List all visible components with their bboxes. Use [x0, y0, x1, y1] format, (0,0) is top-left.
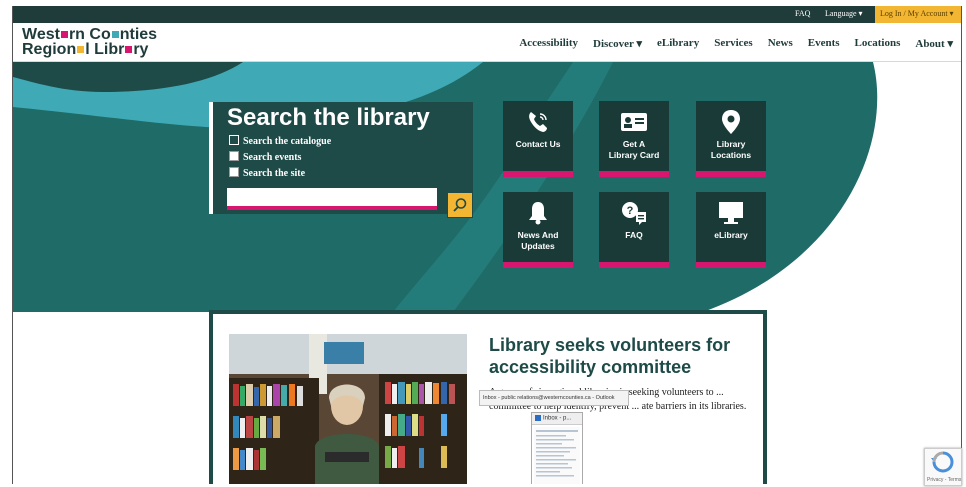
nav-news[interactable]: News	[768, 37, 793, 50]
nav-accessibility[interactable]: Accessibility	[519, 37, 578, 50]
search-panel: Search the library Search the catalogue …	[209, 102, 473, 214]
search-button[interactable]	[447, 192, 473, 218]
utility-bar: FAQ Language ▾ Log In / My Account ▾	[13, 6, 961, 23]
news-headline[interactable]: Library seeks volunteers for accessibili…	[489, 334, 759, 378]
tile-news-updates[interactable]: News And Updates	[503, 192, 573, 268]
utility-faq-link[interactable]: FAQ	[795, 9, 810, 18]
question-chat-icon: ?	[622, 202, 646, 225]
tile-label: News And Updates	[517, 230, 559, 251]
nav-discover[interactable]: Discover ▾	[593, 37, 642, 50]
recaptcha-icon	[931, 451, 954, 473]
nav-about[interactable]: About ▾	[915, 37, 953, 50]
outlook-icon	[535, 415, 541, 421]
tile-label: Get A Library Card	[608, 139, 660, 160]
logo-dot	[111, 31, 119, 39]
site-logo[interactable]: West rn Co nties Region l Libr ry	[22, 27, 182, 58]
logo-dot	[125, 46, 133, 54]
tile-library-card[interactable]: Get A Library Card	[599, 101, 669, 177]
checkbox[interactable]	[229, 151, 239, 161]
browser-viewport: FAQ Language ▾ Log In / My Account ▾ Wes…	[12, 6, 962, 484]
search-option-catalogue[interactable]: Search the catalogue	[229, 135, 331, 147]
checkbox[interactable]	[229, 167, 239, 177]
search-option-events[interactable]: Search events	[229, 151, 301, 163]
search-title: Search the library	[227, 104, 430, 131]
map-pin-icon	[722, 110, 740, 134]
nav-events[interactable]: Events	[808, 37, 840, 50]
language-dropdown[interactable]: Language ▾	[825, 9, 863, 18]
site-header: West rn Co nties Region l Libr ry Accessibil…	[13, 23, 961, 62]
search-option-site[interactable]: Search the site	[229, 167, 305, 179]
tile-contact-us[interactable]: Contact Us	[503, 101, 573, 177]
tile-library-locations[interactable]: Library Locations	[696, 101, 766, 177]
id-card-icon	[621, 113, 647, 131]
nav-locations[interactable]: Locations	[855, 37, 901, 50]
tile-label: Contact Us	[515, 139, 561, 149]
checkbox[interactable]	[229, 135, 239, 145]
nav-elibrary[interactable]: eLibrary	[657, 37, 699, 50]
monitor-icon	[719, 202, 743, 224]
logo-dot	[77, 46, 85, 54]
thumbnail-preview	[534, 426, 580, 484]
news-photo	[229, 334, 467, 484]
tile-label: eLibrary	[714, 230, 748, 240]
hero-background-shapes	[13, 62, 961, 312]
nav-services[interactable]: Services	[714, 37, 752, 50]
tile-faq[interactable]: ? FAQ	[599, 192, 669, 268]
main-nav: Accessibility Discover ▾ eLibrary Servic…	[519, 37, 953, 50]
search-input[interactable]	[227, 188, 437, 210]
login-account-button[interactable]: Log In / My Account ▾	[875, 6, 961, 23]
taskbar-tooltip: Inbox - public relations@westerncounties…	[479, 390, 629, 406]
hero-section	[13, 62, 961, 322]
tile-label: FAQ	[625, 230, 643, 240]
logo-dot	[60, 31, 68, 39]
tile-elibrary[interactable]: eLibrary	[696, 192, 766, 268]
recaptcha-badge[interactable]: Privacy - Terms	[924, 448, 962, 486]
svg-text:?: ?	[627, 205, 634, 217]
taskbar-thumbnail[interactable]: Inbox - p...	[531, 412, 583, 484]
library-photo-illustration	[229, 334, 467, 484]
phone-icon	[529, 112, 547, 132]
bell-icon	[529, 202, 547, 225]
tile-label: Library Locations	[710, 139, 752, 160]
search-icon	[453, 198, 467, 212]
